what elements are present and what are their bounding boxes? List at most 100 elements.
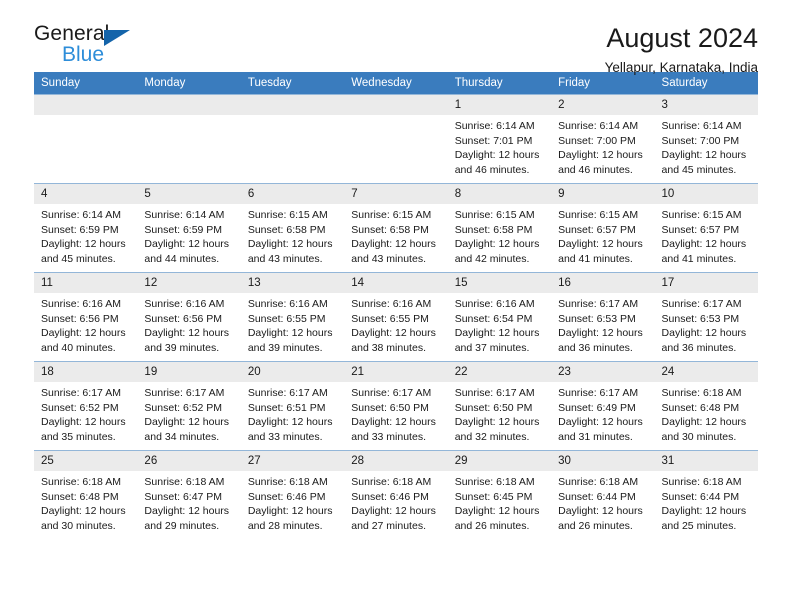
daylight-line: and 25 minutes. — [661, 519, 737, 532]
daylight-line: Daylight: 12 hours — [41, 416, 126, 429]
calendar-day-cell[interactable]: 18 Sunrise: 6:17 AM Sunset: 6:52 PM Dayligh… — [34, 361, 138, 451]
calendar-day-cell[interactable]: 5 Sunrise: 6:14 AM Sunset: 6:59 PM Daylight… — [137, 183, 241, 273]
calendar-day-cell[interactable]: 19 Sunrise: 6:17 AM Sunset: 6:52 PM Dayligh… — [137, 361, 241, 451]
day-details: Sunrise: 6:15 AM Sunset: 6:57 PM Daylight:… — [551, 204, 654, 266]
calendar-day-cell[interactable]: 2 Sunrise: 6:14 AM Sunset: 7:00 PM Daylight… — [551, 94, 655, 184]
calendar-day-cell[interactable]: 7 Sunrise: 6:15 AM Sunset: 6:58 PM Daylight… — [344, 183, 448, 273]
calendar-day-cell[interactable]: 21 Sunrise: 6:17 AM Sunset: 6:50 PM Dayligh… — [344, 361, 448, 451]
sunset-line: Sunset: 6:47 PM — [144, 490, 223, 503]
calendar-day-cell[interactable]: 16 Sunrise: 6:17 AM Sunset: 6:53 PM Dayligh… — [551, 272, 655, 362]
day-number: 10 — [654, 184, 758, 204]
calendar-day-cell[interactable]: 20 Sunrise: 6:17 AM Sunset: 6:51 PM Dayligh… — [240, 361, 345, 451]
sunset-line: Sunset: 6:50 PM — [454, 401, 533, 414]
day-details: Sunrise: 6:18 AM Sunset: 6:47 PM Daylight:… — [137, 471, 240, 533]
page-title: August 2024 — [606, 23, 758, 53]
calendar-cell-empty — [137, 94, 241, 184]
sunrise-line: Sunrise: 6:14 AM — [454, 120, 535, 132]
day-details: Sunrise: 6:15 AM Sunset: 6:58 PM Daylight:… — [344, 204, 447, 266]
day-number: 14 — [344, 273, 448, 293]
calendar-day-cell[interactable]: 13 Sunrise: 6:16 AM Sunset: 6:55 PM Dayligh… — [240, 272, 345, 362]
sunset-line: Sunset: 6:58 PM — [247, 223, 326, 236]
day-details: Sunrise: 6:18 AM Sunset: 6:46 PM Daylight:… — [241, 471, 344, 533]
day-details: Sunrise: 6:14 AM Sunset: 6:59 PM Daylight:… — [34, 204, 137, 266]
sunset-line: Sunset: 6:55 PM — [247, 312, 326, 325]
sunset-line: Sunset: 6:56 PM — [144, 312, 223, 325]
sunset-line: Sunset: 6:48 PM — [661, 401, 740, 414]
day-number: 17 — [654, 273, 758, 293]
daylight-line: Daylight: 12 hours — [454, 149, 540, 162]
calendar-day-cell[interactable]: 4 Sunrise: 6:14 AM Sunset: 6:59 PM Daylight… — [34, 183, 138, 273]
daylight-line: Daylight: 12 hours — [247, 416, 333, 429]
calendar-day-cell[interactable]: 31 Sunrise: 6:18 AM Sunset: 6:44 PM Dayligh… — [654, 450, 758, 540]
calendar-day-cell[interactable]: 29 Sunrise: 6:18 AM Sunset: 6:45 PM Dayligh… — [447, 450, 552, 540]
sunrise-line: Sunrise: 6:17 AM — [41, 387, 121, 399]
calendar-day-cell[interactable]: 14 Sunrise: 6:16 AM Sunset: 6:55 PM Dayligh… — [344, 272, 448, 362]
sunset-line: Sunset: 6:55 PM — [351, 312, 429, 325]
calendar-day-cell[interactable]: 3 Sunrise: 6:14 AM Sunset: 7:00 PM Daylight… — [654, 94, 758, 184]
sunrise-line: Sunrise: 6:18 AM — [41, 476, 121, 488]
calendar-day-cell[interactable]: 22 Sunrise: 6:17 AM Sunset: 6:50 PM Dayligh… — [447, 361, 552, 451]
calendar-day-cell[interactable]: 27 Sunrise: 6:18 AM Sunset: 6:46 PM Dayligh… — [240, 450, 345, 540]
sunset-line: Sunset: 7:00 PM — [661, 134, 740, 147]
calendar-table: Sunday Monday Tuesday Wednesday Thursday Frid… — [34, 72, 758, 540]
sunrise-line: Sunrise: 6:17 AM — [351, 387, 432, 399]
day-details: Sunrise: 6:17 AM Sunset: 6:51 PM Daylight:… — [241, 382, 344, 444]
day-details: Sunrise: 6:18 AM Sunset: 6:46 PM Daylight:… — [344, 471, 447, 533]
daylight-line: Daylight: 12 hours — [351, 505, 436, 518]
day-details: Sunrise: 6:16 AM Sunset: 6:54 PM Daylight:… — [448, 293, 551, 355]
sunset-line: Sunset: 6:45 PM — [454, 490, 533, 503]
calendar-day-cell[interactable]: 12 Sunrise: 6:16 AM Sunset: 6:56 PM Dayligh… — [137, 272, 241, 362]
day-number: 22 — [447, 362, 552, 382]
daylight-line: Daylight: 12 hours — [41, 238, 126, 251]
day-number: 1 — [447, 95, 552, 115]
sunrise-line: Sunrise: 6:17 AM — [661, 298, 742, 310]
daylight-line: and 27 minutes. — [351, 519, 426, 532]
sunrise-line: Sunrise: 6:14 AM — [41, 209, 121, 221]
day-details: Sunrise: 6:18 AM Sunset: 6:48 PM Daylight:… — [655, 382, 758, 444]
calendar-day-cell[interactable]: 1 Sunrise: 6:14 AM Sunset: 7:01 PM Daylight… — [447, 94, 552, 184]
sunrise-line: Sunrise: 6:15 AM — [351, 209, 432, 221]
calendar-week-row: 18 Sunrise: 6:17 AM Sunset: 6:52 PM Dayligh… — [34, 361, 758, 451]
day-details: Sunrise: 6:16 AM Sunset: 6:56 PM Daylight:… — [34, 293, 137, 355]
calendar-day-cell[interactable]: 15 Sunrise: 6:16 AM Sunset: 6:54 PM Dayligh… — [447, 272, 552, 362]
calendar-day-cell[interactable]: 28 Sunrise: 6:18 AM Sunset: 6:46 PM Dayligh… — [344, 450, 448, 540]
sunrise-line: Sunrise: 6:16 AM — [454, 298, 535, 310]
calendar-day-cell[interactable]: 9 Sunrise: 6:15 AM Sunset: 6:57 PM Daylight… — [551, 183, 655, 273]
daylight-line: and 30 minutes. — [661, 430, 737, 443]
day-number: 24 — [654, 362, 758, 382]
daylight-line: and 28 minutes. — [247, 519, 323, 532]
day-details: Sunrise: 6:16 AM Sunset: 6:55 PM Daylight:… — [241, 293, 344, 355]
calendar-day-cell[interactable]: 26 Sunrise: 6:18 AM Sunset: 6:47 PM Dayligh… — [137, 450, 241, 540]
calendar-day-cell[interactable]: 10 Sunrise: 6:15 AM Sunset: 6:57 PM Dayligh… — [654, 183, 758, 273]
sunrise-line: Sunrise: 6:18 AM — [661, 387, 742, 399]
sunrise-line: Sunrise: 6:18 AM — [661, 476, 742, 488]
daylight-line: Daylight: 12 hours — [454, 505, 540, 518]
daylight-line: and 32 minutes. — [454, 430, 530, 443]
daylight-line: Daylight: 12 hours — [41, 505, 126, 518]
daylight-line: Daylight: 12 hours — [558, 416, 643, 429]
day-number: 2 — [551, 95, 655, 115]
sunrise-line: Sunrise: 6:14 AM — [144, 209, 225, 221]
daylight-line: Daylight: 12 hours — [558, 238, 643, 251]
calendar-day-cell[interactable]: 8 Sunrise: 6:15 AM Sunset: 6:58 PM Daylight… — [447, 183, 552, 273]
calendar-day-cell[interactable]: 23 Sunrise: 6:17 AM Sunset: 6:49 PM Dayligh… — [551, 361, 655, 451]
sunrise-line: Sunrise: 6:17 AM — [558, 298, 639, 310]
calendar-day-cell[interactable]: 11 Sunrise: 6:16 AM Sunset: 6:56 PM Dayligh… — [34, 272, 138, 362]
calendar-day-cell[interactable]: 6 Sunrise: 6:15 AM Sunset: 6:58 PM Daylight… — [240, 183, 345, 273]
page-header: General Blue August 2024 Yellapur, Karna… — [34, 0, 758, 75]
sunrise-line: Sunrise: 6:17 AM — [558, 387, 639, 399]
calendar-cell-empty — [344, 94, 448, 184]
sunset-line: Sunset: 6:51 PM — [247, 401, 326, 414]
sunrise-line: Sunrise: 6:15 AM — [558, 209, 639, 221]
day-details: Sunrise: 6:15 AM Sunset: 6:58 PM Daylight:… — [241, 204, 344, 266]
sunrise-line: Sunrise: 6:18 AM — [144, 476, 225, 488]
day-number — [240, 95, 345, 115]
daylight-line: and 26 minutes. — [454, 519, 530, 532]
calendar-day-cell[interactable]: 30 Sunrise: 6:18 AM Sunset: 6:44 PM Dayligh… — [551, 450, 655, 540]
calendar-day-cell[interactable]: 17 Sunrise: 6:17 AM Sunset: 6:53 PM Dayligh… — [654, 272, 758, 362]
daylight-line: and 40 minutes. — [41, 341, 116, 354]
weekday-header-tuesday: Tuesday — [240, 72, 345, 95]
daylight-line: and 26 minutes. — [558, 519, 633, 532]
calendar-day-cell[interactable]: 25 Sunrise: 6:18 AM Sunset: 6:48 PM Dayligh… — [34, 450, 138, 540]
calendar-day-cell[interactable]: 24 Sunrise: 6:18 AM Sunset: 6:48 PM Dayligh… — [654, 361, 758, 451]
